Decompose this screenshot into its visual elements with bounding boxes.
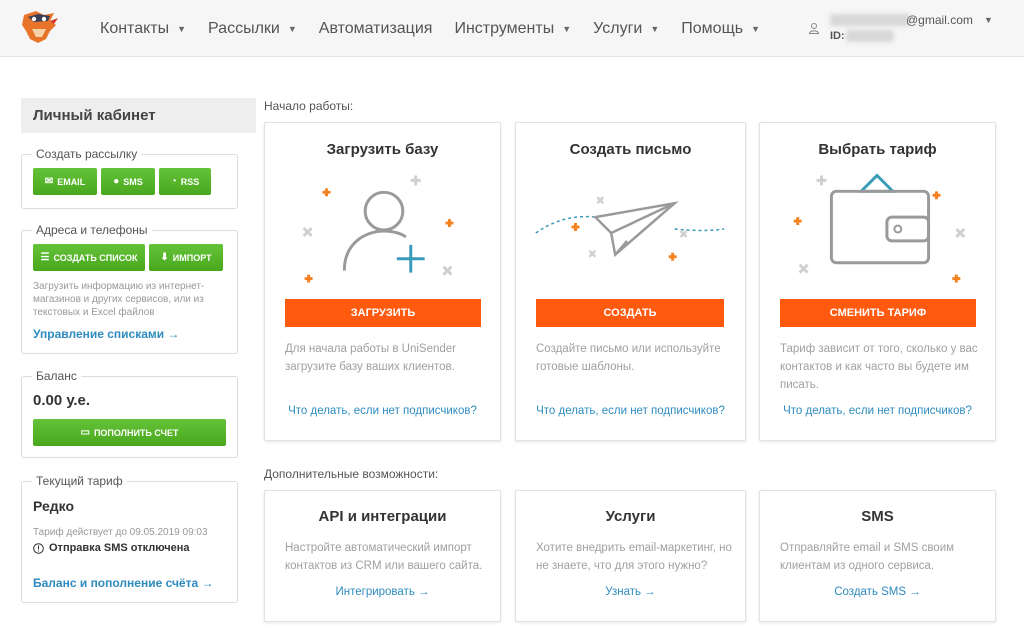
chevron-down-icon: ▼ xyxy=(650,23,660,34)
create-list-button[interactable]: ☰ СОЗДАТЬ СПИСОК xyxy=(33,244,145,271)
user-icon xyxy=(808,23,820,34)
create-sms-button[interactable]: ● SMS xyxy=(101,168,155,195)
upload-button[interactable]: ЗАГРУЗИТЬ xyxy=(285,299,481,327)
create-rss-button[interactable]: ◔ RSS xyxy=(159,168,211,195)
learn-more-link[interactable]: Узнать → xyxy=(516,586,745,598)
rss-icon: ◔ xyxy=(170,176,177,187)
upload-base-card: Загрузить базу ЗАГРУЗИТЬ Для начала рабо… xyxy=(264,122,501,441)
envelope-icon: ✉ xyxy=(44,176,54,187)
list-icon: ☰ xyxy=(40,252,50,263)
nav-services[interactable]: Услуги ▼ xyxy=(593,20,659,38)
card-title: Создать письмо xyxy=(569,141,692,158)
services-card: Услуги Хотите внедрить email-маркетинг, … xyxy=(515,490,746,622)
import-hint: Загрузить информацию из интернет-магазин… xyxy=(33,281,205,318)
integrate-link[interactable]: Интегрировать → xyxy=(265,586,500,598)
balance-panel: Баланс 0.00 у.е. ▭ ПОПОЛНИТЬ СЧЕТ xyxy=(21,369,238,458)
no-subscribers-link[interactable]: Что делать, если нет подписчиков? xyxy=(516,405,745,417)
choose-tariff-card: Выбрать тариф СМЕНИТЬ ТАРИФ Тариф зависи… xyxy=(759,122,996,441)
chat-bubble-icon: ● xyxy=(113,176,120,187)
manage-lists-link[interactable]: Управление списками → xyxy=(33,327,180,341)
wallet-illustration xyxy=(793,173,966,283)
panel-legend: Баланс xyxy=(32,369,81,383)
nav-tools[interactable]: Инструменты ▼ xyxy=(454,20,571,38)
card-description: Отправляйте email и SMS своим клиентам и… xyxy=(780,542,955,572)
chevron-down-icon: ▼ xyxy=(177,23,187,34)
card-title: SMS xyxy=(861,508,894,525)
card-title: API и интеграции xyxy=(318,508,447,525)
start-section-label: Начало работы: xyxy=(264,99,354,113)
chevron-down-icon: ▼ xyxy=(984,15,993,25)
card-description: Тариф зависит от того, сколько у вас кон… xyxy=(780,343,978,391)
extra-section-label: Дополнительные возможности: xyxy=(264,467,439,481)
credit-card-icon: ▭ xyxy=(80,427,90,438)
card-description: Хотите внедрить email-маркетинг, но не з… xyxy=(536,542,732,572)
api-integrations-card: API и интеграции Настройте автоматически… xyxy=(264,490,501,622)
add-user-illustration xyxy=(302,175,454,283)
card-title: Услуги xyxy=(605,508,656,525)
balance-value: 0.00 у.е. xyxy=(33,392,91,409)
import-button[interactable]: ⬇ ИМПОРТ xyxy=(149,244,223,271)
sms-status: Отправка SMS отключена xyxy=(33,542,189,554)
account-email: @gmail.com xyxy=(906,13,973,27)
sms-card: SMS Отправляйте email и SMS своим клиент… xyxy=(759,490,996,622)
nav-mailings[interactable]: Рассылки ▼ xyxy=(208,20,297,38)
main-nav: Контакты ▼ Рассылки ▼ Автоматизация Инстру… xyxy=(100,0,782,57)
sidebar-title: Личный кабинет xyxy=(21,98,256,133)
nav-automation[interactable]: Автоматизация xyxy=(319,20,433,38)
card-description: Настройте автоматический импорт контакто… xyxy=(285,542,483,572)
account-id-label: ID: xyxy=(830,30,845,42)
tariff-name: Редко xyxy=(33,498,75,514)
contacts-panel: Адреса и телефоны ☰ СОЗДАТЬ СПИСОК ⬇ ИМПОР… xyxy=(21,223,238,354)
change-tariff-button[interactable]: СМЕНИТЬ ТАРИФ xyxy=(780,299,976,327)
create-sms-link[interactable]: Создать SMS → xyxy=(760,586,995,598)
card-description: Создайте письмо или используйте готовые … xyxy=(536,343,721,373)
panel-legend: Создать рассылку xyxy=(32,147,142,161)
info-icon xyxy=(33,542,44,554)
tariff-panel: Текущий тариф Редко Тариф действует до 0… xyxy=(21,474,238,603)
top-header: Контакты ▼ Рассылки ▼ Автоматизация Инстру… xyxy=(0,0,1024,57)
create-mailing-panel: Создать рассылку ✉ EMAIL ● SMS ◔ RSS xyxy=(21,147,238,209)
chevron-down-icon: ▼ xyxy=(562,23,572,34)
panel-legend: Адреса и телефоны xyxy=(32,223,152,237)
nav-help[interactable]: Помощь ▼ xyxy=(681,20,760,38)
unisender-logo[interactable] xyxy=(20,9,60,45)
balance-topup-link[interactable]: Баланс и пополнение счёта → xyxy=(33,576,214,590)
chevron-down-icon: ▼ xyxy=(287,23,297,34)
download-icon: ⬇ xyxy=(160,252,169,263)
card-title: Загрузить базу xyxy=(326,141,439,158)
tariff-valid-until: Тариф действует до 09.05.2019 09:03 xyxy=(33,527,208,538)
chevron-down-icon: ▼ xyxy=(751,23,760,34)
nav-contacts[interactable]: Контакты ▼ xyxy=(100,20,186,38)
paper-plane-illustration xyxy=(535,196,725,261)
email-redacted xyxy=(830,14,910,26)
no-subscribers-link[interactable]: Что делать, если нет подписчиков? xyxy=(760,405,995,417)
topup-button[interactable]: ▭ ПОПОЛНИТЬ СЧЕТ xyxy=(33,419,226,446)
create-email-button[interactable]: ✉ EMAIL xyxy=(33,168,97,195)
panel-legend: Текущий тариф xyxy=(32,474,127,488)
create-button[interactable]: СОЗДАТЬ xyxy=(536,299,724,327)
account-id-redacted xyxy=(846,30,894,42)
no-subscribers-link[interactable]: Что делать, если нет подписчиков? xyxy=(265,405,500,417)
create-letter-card: Создать письмо СОЗДАТЬ Создайте письмо и… xyxy=(515,122,746,441)
card-title: Выбрать тариф xyxy=(818,141,937,158)
card-description: Для начала работы в UniSender загрузите … xyxy=(285,343,456,373)
